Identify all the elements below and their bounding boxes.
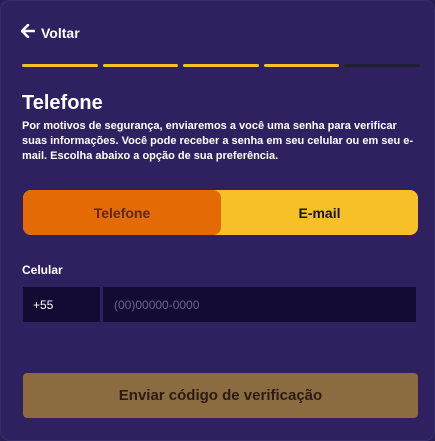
send-verification-code-button[interactable]: Enviar código de verificação [23,373,418,418]
progress-step-3 [183,64,259,67]
page-description: Por motivos de segurança, enviaremos a v… [22,120,414,162]
phone-number-input[interactable] [103,287,416,322]
progress-step-4 [263,64,340,67]
toggle-option-email[interactable]: E-mail [221,190,418,235]
phone-field-label: Celular [22,263,63,277]
toggle-option-telefone[interactable]: Telefone [23,190,221,235]
phone-input-row: +55 [23,287,416,322]
country-code-field[interactable]: +55 [23,287,100,322]
progress-step-5 [344,64,420,67]
step-progress [22,64,420,68]
progress-step-1 [22,64,98,67]
back-label: Voltar [41,24,80,41]
contact-method-toggle: Telefone E-mail [23,190,418,235]
page-title: Telefone [22,92,103,114]
progress-step-2 [102,64,179,67]
arrow-left-icon [20,23,36,41]
verification-card: Voltar Telefone Por motivos de segurança… [0,0,435,441]
back-button[interactable]: Voltar [20,23,80,41]
